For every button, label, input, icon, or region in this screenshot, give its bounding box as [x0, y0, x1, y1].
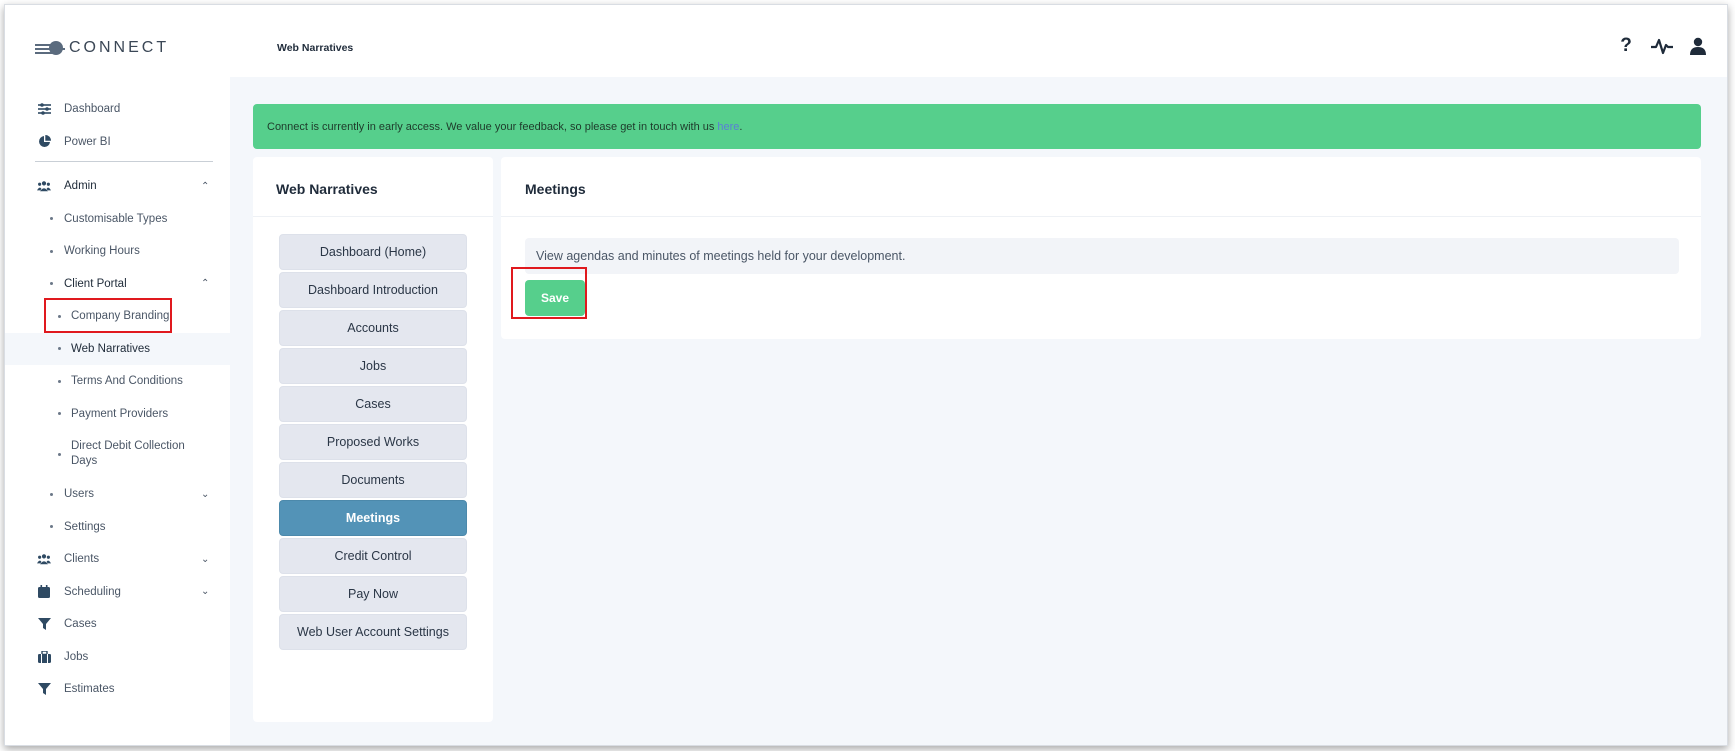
user-icon[interactable] — [1687, 35, 1709, 57]
sidebar-item-label: Users — [64, 488, 95, 501]
sidebar-item-label: Web Narratives — [71, 342, 151, 355]
sidebar-item-label: Payment Providers — [71, 407, 169, 420]
sidebar-item-label: Terms And Conditions — [71, 375, 183, 388]
logo[interactable]: CONNECT — [35, 39, 169, 57]
top-header: Web Narratives ? — [230, 5, 1727, 77]
sidebar-item-admin[interactable]: Admin ⌃ — [5, 170, 230, 203]
sidebar-item-web-narratives[interactable]: Web Narratives — [5, 332, 230, 365]
sidebar-item-direct-debit-collection-days[interactable]: Direct Debit Collection Days — [5, 430, 230, 478]
highlight-box-web-narratives — [44, 298, 172, 333]
sidebar-item-cases[interactable]: Cases — [5, 608, 230, 641]
sidebar-item-label: Direct Debit Collection Days — [71, 440, 185, 467]
sidebar-item-client-portal[interactable]: Client Portal ⌃ — [5, 268, 230, 301]
panel-title: Web Narratives — [276, 181, 378, 197]
bullet-icon — [58, 452, 61, 456]
chevron-down-icon[interactable]: ⌄ — [201, 489, 209, 500]
sidebar: CONNECT Dashboard Power BI Admin ⌃ Custo… — [5, 5, 230, 745]
menu-button-dashboard-home[interactable]: Dashboard (Home) — [279, 234, 467, 270]
panel-title: Meetings — [525, 181, 586, 197]
early-access-banner: Connect is currently in early access. We… — [253, 104, 1701, 149]
sidebar-item-label: Estimates — [64, 683, 115, 696]
banner-text: Connect is currently in early access. We… — [267, 120, 715, 133]
users-icon — [37, 179, 51, 193]
banner-suffix: . — [739, 120, 743, 133]
app-window: CONNECT Dashboard Power BI Admin ⌃ Custo… — [4, 4, 1728, 746]
meetings-panel: Meetings View agendas and minutes of mee… — [501, 157, 1701, 339]
users-icon — [37, 552, 51, 566]
activity-icon[interactable] — [1651, 35, 1673, 57]
menu-button-proposed-works[interactable]: Proposed Works — [279, 424, 467, 460]
filter-icon — [37, 617, 51, 631]
sidebar-item-jobs[interactable]: Jobs — [5, 641, 230, 674]
sidebar-item-working-hours[interactable]: Working Hours — [5, 235, 230, 268]
menu-button-meetings[interactable]: Meetings — [279, 500, 467, 536]
highlight-box-save — [511, 267, 587, 319]
briefcase-icon — [37, 650, 51, 664]
help-icon[interactable]: ? — [1615, 35, 1637, 57]
header-actions: ? — [1615, 35, 1709, 57]
sidebar-divider — [35, 161, 213, 162]
menu-button-pay-now[interactable]: Pay Now — [279, 576, 467, 612]
main-content: Connect is currently in early access. We… — [230, 77, 1727, 745]
narrative-text-field[interactable]: View agendas and minutes of meetings hel… — [525, 238, 1679, 274]
calendar-icon — [37, 585, 51, 599]
menu-button-cases[interactable]: Cases — [279, 386, 467, 422]
bullet-icon — [50, 492, 53, 496]
chevron-up-icon[interactable]: ⌃ — [201, 181, 209, 192]
sidebar-item-estimates[interactable]: Estimates — [5, 673, 230, 706]
narrative-text: View agendas and minutes of meetings hel… — [536, 249, 906, 263]
web-narratives-panel: Web Narratives Dashboard (Home) Dashboar… — [253, 157, 493, 722]
sidebar-item-label: Power BI — [64, 135, 111, 148]
bullet-icon — [50, 525, 53, 529]
bullet-icon — [50, 217, 53, 221]
menu-button-dashboard-introduction[interactable]: Dashboard Introduction — [279, 272, 467, 308]
connect-logo-icon — [35, 41, 65, 55]
sidebar-item-label: Scheduling — [64, 585, 121, 598]
pie-chart-icon — [37, 135, 51, 149]
sidebar-item-label: Admin — [64, 180, 97, 193]
sidebar-item-label: Cases — [64, 618, 97, 631]
sidebar-item-dashboard[interactable]: Dashboard — [5, 93, 230, 126]
banner-link[interactable]: here — [717, 121, 739, 133]
sidebar-item-label: Jobs — [64, 650, 89, 663]
menu-button-jobs[interactable]: Jobs — [279, 348, 467, 384]
panel-divider — [501, 216, 1701, 217]
chevron-down-icon[interactable]: ⌄ — [201, 586, 209, 597]
bullet-icon — [58, 379, 61, 383]
sidebar-item-label: Clients — [64, 553, 100, 566]
sliders-icon — [37, 102, 51, 116]
sidebar-item-power-bi[interactable]: Power BI — [5, 126, 230, 159]
sidebar-nav: Dashboard Power BI Admin ⌃ Customisable … — [5, 93, 230, 706]
panel-divider — [253, 216, 493, 217]
filter-icon — [37, 682, 51, 696]
menu-button-web-user-account-settings[interactable]: Web User Account Settings — [279, 614, 467, 650]
page-title: Web Narratives — [277, 42, 354, 54]
sidebar-item-users[interactable]: Users ⌄ — [5, 478, 230, 511]
sidebar-item-label: Client Portal — [64, 277, 127, 290]
sidebar-item-customisable-types[interactable]: Customisable Types — [5, 203, 230, 236]
menu-button-accounts[interactable]: Accounts — [279, 310, 467, 346]
menu-button-documents[interactable]: Documents — [279, 462, 467, 498]
sidebar-item-clients[interactable]: Clients ⌄ — [5, 543, 230, 576]
sidebar-item-terms-and-conditions[interactable]: Terms And Conditions — [5, 365, 230, 398]
chevron-up-icon[interactable]: ⌃ — [201, 278, 209, 289]
sidebar-item-payment-providers[interactable]: Payment Providers — [5, 398, 230, 431]
sidebar-item-label: Working Hours — [64, 245, 140, 258]
sidebar-item-scheduling[interactable]: Scheduling ⌄ — [5, 576, 230, 609]
chevron-down-icon[interactable]: ⌄ — [201, 554, 209, 565]
bullet-icon — [50, 249, 53, 253]
sidebar-item-label: Settings — [64, 520, 106, 533]
menu-button-credit-control[interactable]: Credit Control — [279, 538, 467, 574]
bullet-icon — [58, 412, 61, 416]
bullet-icon — [50, 282, 53, 286]
sidebar-item-label: Customisable Types — [64, 212, 168, 225]
sidebar-item-settings[interactable]: Settings — [5, 511, 230, 544]
bullet-icon — [58, 347, 61, 351]
sidebar-item-label: Dashboard — [64, 103, 121, 116]
logo-text: CONNECT — [69, 39, 170, 56]
